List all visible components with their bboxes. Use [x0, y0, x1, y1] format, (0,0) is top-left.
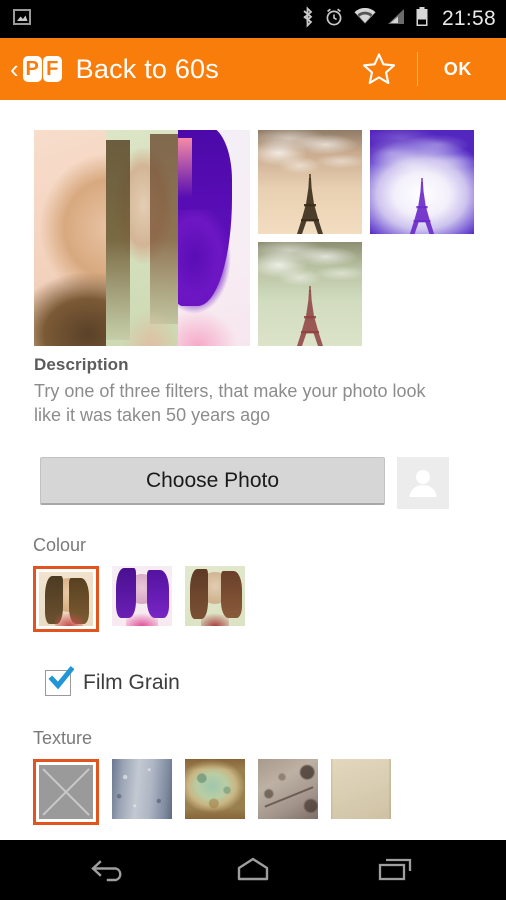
person-placeholder-icon[interactable] — [397, 457, 449, 509]
colour-option-sepia[interactable] — [33, 566, 99, 632]
main-content: Description Try one of three filters, th… — [0, 100, 506, 840]
status-bar-system-icons: 21:58 — [300, 5, 496, 33]
colour-label: Colour — [33, 535, 87, 555]
preview-gallery — [34, 130, 474, 346]
back-chevron-icon[interactable]: ‹ — [10, 56, 19, 82]
eiffel-tower-shape — [297, 286, 323, 346]
film-grain-checkbox[interactable] — [45, 666, 74, 696]
pf-logo-letter-p: P — [22, 56, 42, 82]
hero-band-green — [106, 130, 178, 346]
wifi-icon — [353, 7, 377, 31]
filter-thumbnail-green[interactable] — [258, 242, 362, 346]
filter-thumbnail-sepia[interactable] — [258, 130, 362, 234]
star-outline-icon[interactable] — [341, 51, 417, 87]
texture-option-green-mottled[interactable] — [185, 759, 245, 819]
status-bar-clock: 21:58 — [441, 7, 496, 30]
colour-section: Colour — [33, 535, 245, 632]
colour-options — [33, 566, 245, 632]
hero-band-sepia — [34, 130, 106, 346]
texture-option-cream-paper[interactable] — [331, 759, 391, 819]
app-screen: 21:58 ‹ P F Back to 60s OK Description T… — [0, 0, 506, 900]
page-title: Back to 60s — [75, 53, 219, 84]
pf-logo[interactable]: P F — [22, 56, 62, 82]
description-section: Description Try one of three filters, th… — [34, 355, 434, 427]
status-bar: 21:58 — [0, 0, 506, 38]
checkmark-icon — [48, 666, 74, 690]
system-nav-bar — [0, 840, 506, 900]
eiffel-tower-shape — [409, 178, 435, 234]
choose-photo-button[interactable]: Choose Photo — [40, 457, 385, 505]
battery-icon — [415, 6, 429, 33]
status-bar-notifications — [12, 7, 32, 32]
texture-section: Texture — [33, 728, 391, 825]
app-bar-actions: OK — [341, 51, 488, 87]
film-grain-row[interactable]: Film Grain — [45, 666, 180, 696]
pf-logo-letter-f: F — [42, 56, 62, 82]
texture-option-none[interactable] — [33, 759, 99, 825]
app-bar: ‹ P F Back to 60s OK — [0, 38, 506, 100]
description-body: Try one of three filters, that make your… — [34, 381, 426, 425]
ok-button[interactable]: OK — [418, 59, 488, 80]
cellular-signal-icon — [386, 8, 406, 31]
film-grain-label: Film Grain — [83, 671, 180, 694]
home-nav-icon[interactable] — [218, 845, 288, 895]
recents-nav-icon[interactable] — [360, 845, 430, 895]
alarm-clock-icon — [324, 7, 344, 32]
colour-option-purple[interactable] — [112, 566, 172, 626]
bluetooth-icon — [300, 5, 315, 33]
filter-thumbnail-purple[interactable] — [370, 130, 474, 234]
texture-option-brown-cracked[interactable] — [258, 759, 318, 819]
gallery-image-icon — [12, 7, 32, 32]
back-nav-icon[interactable] — [76, 845, 146, 895]
colour-option-green[interactable] — [185, 566, 245, 626]
description-heading: Description — [34, 355, 129, 374]
choose-photo-row: Choose Photo — [40, 457, 449, 509]
texture-options — [33, 759, 391, 825]
eiffel-tower-shape — [297, 174, 323, 234]
texture-label: Texture — [33, 728, 93, 748]
hero-band-purple — [178, 130, 250, 346]
hero-preview-image[interactable] — [34, 130, 250, 346]
texture-option-blue-grunge[interactable] — [112, 759, 172, 819]
